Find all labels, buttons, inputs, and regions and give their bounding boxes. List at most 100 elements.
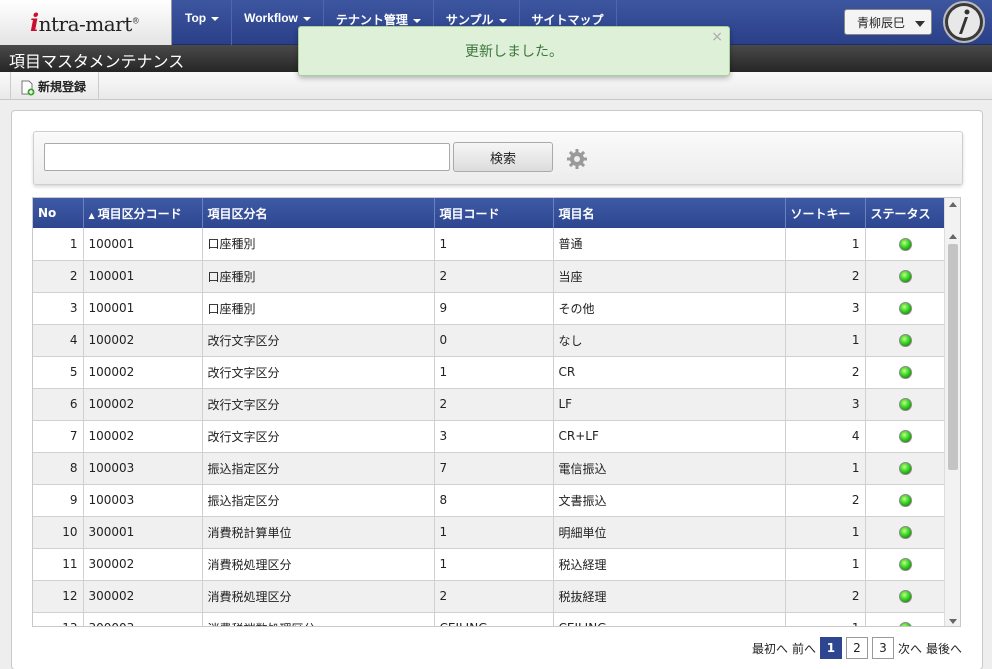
cell-no: 7 (33, 420, 84, 453)
column-header-item-name[interactable]: 項目名 (553, 198, 786, 228)
cell-item-name: CEILING (553, 612, 786, 626)
cell-kubun-code: 100002 (83, 356, 203, 389)
logo-area[interactable]: intra-mart® (0, 0, 172, 45)
column-header-kubun-name[interactable]: 項目区分名 (202, 198, 435, 228)
cell-item-code: 8 (434, 484, 554, 517)
cell-kubun-code: 100002 (83, 388, 203, 421)
cell-status (865, 228, 947, 261)
table-row[interactable]: 11 300002 消費税処理区分 1 税込経理 1 (33, 548, 947, 581)
pager-first-link[interactable]: 最初へ (752, 640, 788, 657)
cell-kubun-name: 消費税計算単位 (202, 516, 435, 549)
page-2-button[interactable]: 2 (845, 637, 868, 659)
cell-no: 1 (33, 228, 84, 261)
status-active-icon (899, 270, 912, 283)
cell-kubun-code: 100002 (83, 324, 203, 357)
cell-status (865, 388, 947, 421)
cell-no: 9 (33, 484, 84, 517)
cell-sort-key: 1 (785, 612, 866, 626)
table-row[interactable]: 2 100001 口座種別 2 当座 2 (33, 260, 947, 293)
cell-no: 6 (33, 388, 84, 421)
cell-kubun-code: 100003 (83, 484, 203, 517)
table-row[interactable]: 10 300001 消費税計算単位 1 明細単位 1 (33, 516, 947, 549)
new-document-icon (21, 80, 35, 95)
chevron-down-icon (211, 16, 220, 21)
pager-last-link[interactable]: 最後へ (926, 640, 962, 657)
cell-no: 8 (33, 452, 84, 485)
cell-item-code: 1 (434, 228, 554, 261)
intra-mart-logo: intra-mart® (30, 8, 140, 37)
status-active-icon (899, 462, 912, 475)
cell-item-code: 0 (434, 324, 554, 357)
search-bar: 検索 (33, 131, 963, 185)
cell-kubun-name: 改行文字区分 (202, 420, 435, 453)
search-input[interactable] (44, 143, 450, 171)
page-title: 項目マスタメンテナンス (9, 52, 185, 71)
column-header-sort-key[interactable]: ソートキー (785, 198, 866, 228)
pager-prev-link[interactable]: 前へ (792, 640, 816, 657)
cell-status (865, 452, 947, 485)
user-menu-button[interactable]: 青柳辰巳 (844, 9, 932, 35)
scroll-down-arrow-icon[interactable] (949, 619, 957, 624)
status-active-icon (899, 366, 912, 379)
status-active-icon (899, 302, 912, 315)
cell-kubun-code: 300003 (83, 612, 203, 626)
cell-sort-key: 2 (785, 484, 866, 517)
cell-sort-key: 1 (785, 516, 866, 549)
column-header-no[interactable]: No (33, 198, 84, 228)
cell-kubun-name: 改行文字区分 (202, 388, 435, 421)
table-row[interactable]: 12 300002 消費税処理区分 2 税抜経理 2 (33, 580, 947, 613)
page-3-button[interactable]: 3 (871, 637, 894, 659)
cell-kubun-code: 100001 (83, 292, 203, 325)
status-active-icon (899, 494, 912, 507)
cell-no: 4 (33, 324, 84, 357)
table-row[interactable]: 5 100002 改行文字区分 1 CR 2 (33, 356, 947, 389)
vertical-scrollbar[interactable] (944, 198, 960, 626)
menu-top[interactable]: Top (173, 0, 233, 45)
content-panel: 検索 No ▲ 項目区分コード 項目区分名 項目コード 項目名 ソートキー ステ… (11, 110, 983, 669)
page-1-button[interactable]: 1 (819, 637, 842, 659)
close-icon[interactable]: × (711, 29, 723, 45)
toolbar: 新規登録 (0, 72, 992, 100)
status-active-icon (899, 430, 912, 443)
cell-sort-key: 1 (785, 324, 866, 357)
cell-kubun-code: 100001 (83, 260, 203, 293)
cell-item-code: 7 (434, 452, 554, 485)
cell-status (865, 580, 947, 613)
cell-sort-key: 3 (785, 388, 866, 421)
table-row[interactable]: 9 100003 振込指定区分 8 文書振込 2 (33, 484, 947, 517)
cell-item-code: 9 (434, 292, 554, 325)
table-row[interactable]: 1 100001 口座種別 1 普通 1 (33, 228, 947, 261)
chevron-down-icon (412, 18, 421, 23)
column-header-item-code[interactable]: 項目コード (434, 198, 554, 228)
update-notification: 更新しました。 × (298, 26, 730, 76)
status-active-icon (899, 558, 912, 571)
scrollbar-thumb[interactable] (948, 244, 958, 470)
search-button[interactable]: 検索 (453, 142, 553, 172)
pagination: 最初へ 前へ 1 2 3 次へ 最後へ (748, 637, 962, 659)
table-row[interactable]: 6 100002 改行文字区分 2 LF 3 (33, 388, 947, 421)
cell-item-name: 普通 (553, 228, 786, 261)
table-row[interactable]: 8 100003 振込指定区分 7 電信振込 1 (33, 452, 947, 485)
chevron-down-icon (302, 16, 311, 21)
column-header-kubun-code[interactable]: ▲ 項目区分コード (83, 198, 203, 228)
cell-status (865, 516, 947, 549)
status-active-icon (899, 590, 912, 603)
new-register-button[interactable]: 新規登録 (10, 72, 100, 100)
scroll-up-arrow-icon[interactable] (949, 202, 957, 207)
intra-mart-i-icon[interactable] (940, 0, 988, 45)
table-row[interactable]: 4 100002 改行文字区分 0 なし 1 (33, 324, 947, 357)
cell-status (865, 292, 947, 325)
gear-icon[interactable] (566, 148, 588, 170)
cell-kubun-name: 消費税処理区分 (202, 548, 435, 581)
cell-item-code: 3 (434, 420, 554, 453)
cell-item-name: 当座 (553, 260, 786, 293)
column-header-status[interactable]: ステータス (865, 198, 947, 228)
table-row[interactable]: 7 100002 改行文字区分 3 CR+LF 4 (33, 420, 947, 453)
cell-no: 2 (33, 260, 84, 293)
table-row[interactable]: 3 100001 口座種別 9 その他 3 (33, 292, 947, 325)
pager-next-link[interactable]: 次へ (898, 640, 922, 657)
scroll-up-arrow-icon[interactable] (949, 234, 957, 239)
table-row[interactable]: 13300003消費税端数処理区分CEILINGCEILING1 (33, 612, 947, 626)
cell-kubun-code: 100003 (83, 452, 203, 485)
cell-status (865, 356, 947, 389)
